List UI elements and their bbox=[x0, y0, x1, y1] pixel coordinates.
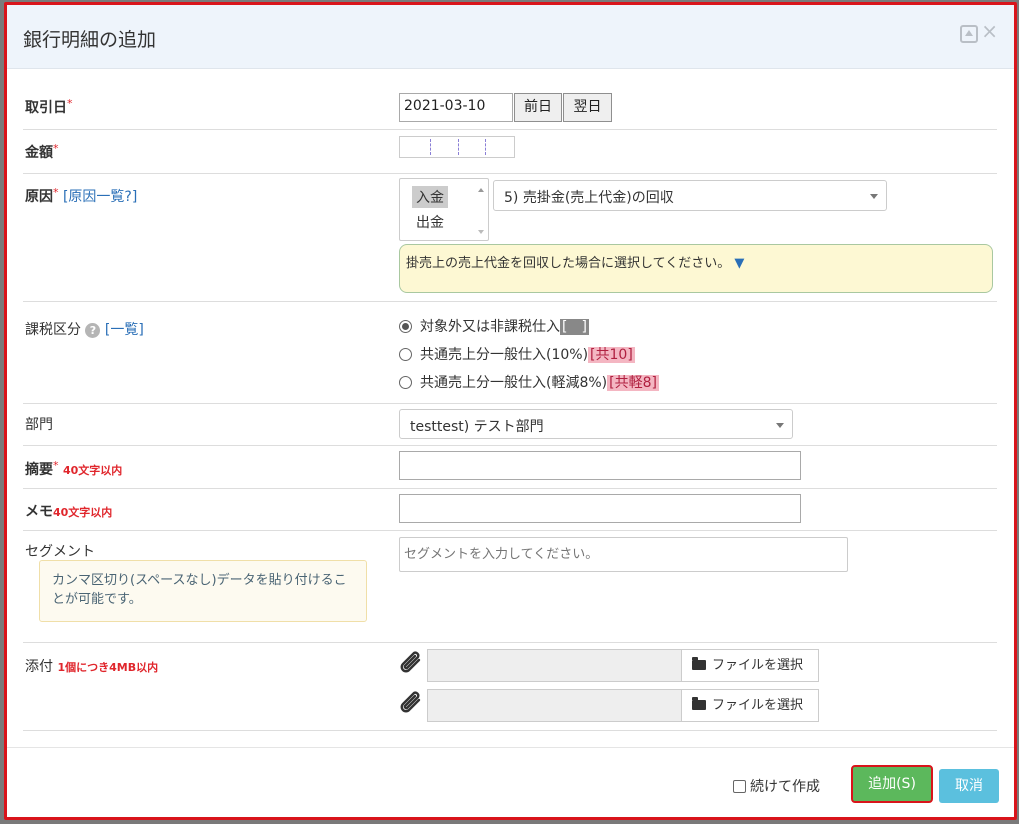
row-segment: セグメント カンマ区切り(スペースなし)データを貼り付けることが可能です。 bbox=[23, 531, 997, 643]
scroll-up-icon[interactable] bbox=[478, 188, 484, 192]
choose-file-button[interactable]: ファイルを選択 bbox=[681, 649, 819, 682]
attachment-label: 添付 1個につき4MB以内 bbox=[25, 659, 159, 675]
segment-help-box: カンマ区切り(スペースなし)データを貼り付けることが可能です。 bbox=[39, 560, 367, 622]
reason-label: 原因* [原因一覧?] bbox=[25, 186, 138, 205]
row-attachment: 添付 1個につき4MB以内 ファイルを選択 ファイルを選択 bbox=[23, 643, 997, 731]
row-amount: 金額* bbox=[23, 130, 997, 174]
reason-select[interactable]: 5) 売掛金(売上代金)の回収 bbox=[493, 180, 887, 211]
scroll-down-icon[interactable] bbox=[478, 230, 484, 234]
file-path-field bbox=[427, 649, 683, 682]
tax-list-link[interactable]: [一覧] bbox=[105, 322, 144, 338]
continue-create-checkbox[interactable]: 続けて作成 bbox=[733, 776, 820, 796]
amount-digit-separator bbox=[458, 139, 459, 155]
tax-option-common-10[interactable]: 共通売上分一般仕入(10%) [共10] bbox=[399, 344, 635, 364]
tax-option-common-reduced-8[interactable]: 共通売上分一般仕入(軽減8%) [共軽8] bbox=[399, 372, 659, 392]
radio-icon[interactable] bbox=[399, 348, 412, 361]
tax-category-label: 課税区分 ? [一覧] bbox=[25, 322, 144, 338]
description-label: 摘要* 40文字以内 bbox=[25, 459, 123, 478]
file-path-field bbox=[427, 689, 683, 722]
segment-input[interactable] bbox=[399, 537, 848, 572]
choose-file-button[interactable]: ファイルを選択 bbox=[681, 689, 819, 722]
reason-hint-box: 掛売上の売上代金を回収した場合に選択してください。 ▼ bbox=[399, 244, 993, 293]
tax-option-exempt[interactable]: 対象外又は非課税仕入[ ] bbox=[399, 316, 589, 336]
listbox-option-deposit[interactable]: 入金 bbox=[412, 186, 448, 208]
maximize-icon[interactable] bbox=[960, 25, 978, 43]
radio-selected-icon[interactable] bbox=[399, 320, 412, 333]
amount-label: 金額* bbox=[25, 142, 59, 161]
department-label: 部門 bbox=[25, 417, 53, 433]
row-description: 摘要* 40文字以内 bbox=[23, 446, 997, 489]
tax-tag: [共軽8] bbox=[607, 375, 659, 391]
department-select[interactable]: testtest) テスト部門 bbox=[399, 409, 793, 439]
row-transaction-date: 取引日* 2021-03-10 前日 翌日 bbox=[23, 69, 997, 130]
dialog-header: 銀行明細の追加 × bbox=[7, 5, 1014, 69]
row-tax-category: 課税区分 ? [一覧] 対象外又は非課税仕入[ ] 共通売上分一般仕入(10%)… bbox=[23, 302, 997, 404]
reason-list-link[interactable]: [原因一覧?] bbox=[63, 189, 137, 205]
chevron-down-icon bbox=[776, 423, 784, 428]
memo-length-note: 40文字以内 bbox=[53, 506, 113, 519]
attachment-size-note: 1個につき4MB以内 bbox=[57, 661, 159, 674]
row-department: 部門 testtest) テスト部門 bbox=[23, 404, 997, 446]
amount-digit-separator bbox=[485, 139, 486, 155]
add-button[interactable]: 追加(S) bbox=[851, 765, 933, 803]
department-select-value: testtest) テスト部門 bbox=[410, 419, 544, 435]
dialog-footer: 続けて作成 追加(S) 取消 bbox=[7, 747, 1014, 817]
tax-tag: [共10] bbox=[588, 347, 635, 363]
memo-label: メモ40文字以内 bbox=[25, 504, 113, 520]
next-day-button[interactable]: 翌日 bbox=[563, 93, 612, 122]
checkbox-icon[interactable] bbox=[733, 780, 746, 793]
row-memo: メモ40文字以内 bbox=[23, 489, 997, 531]
tax-tag: [ ] bbox=[560, 319, 589, 335]
deposit-withdrawal-listbox[interactable]: 入金 出金 bbox=[399, 178, 489, 241]
segment-label: セグメント bbox=[25, 544, 95, 560]
help-icon[interactable]: ? bbox=[85, 323, 101, 338]
paperclip-icon bbox=[400, 691, 421, 713]
dialog-title: 銀行明細の追加 bbox=[23, 29, 157, 51]
amount-digit-separator bbox=[430, 139, 431, 155]
reason-select-value: 5) 売掛金(売上代金)の回収 bbox=[504, 190, 674, 206]
folder-open-icon bbox=[692, 697, 706, 710]
amount-input[interactable] bbox=[399, 136, 515, 158]
cancel-button[interactable]: 取消 bbox=[939, 769, 999, 803]
row-reason: 原因* [原因一覧?] 入金 出金 5) 売掛金(売上代金)の回収 掛売上の売上… bbox=[23, 174, 997, 302]
chevron-down-icon bbox=[870, 194, 878, 199]
add-bank-statement-dialog: 銀行明細の追加 × 取引日* 2021-03-10 前日 翌日 金額* 原因* … bbox=[4, 2, 1017, 820]
description-input[interactable] bbox=[399, 451, 801, 480]
paperclip-icon bbox=[400, 651, 421, 673]
listbox-option-withdrawal[interactable]: 出金 bbox=[412, 211, 448, 233]
close-icon[interactable]: × bbox=[981, 19, 998, 43]
description-length-note: 40文字以内 bbox=[62, 464, 123, 477]
folder-open-icon bbox=[692, 657, 706, 670]
transaction-date-input[interactable]: 2021-03-10 bbox=[399, 93, 513, 122]
memo-input[interactable] bbox=[399, 494, 801, 523]
radio-icon[interactable] bbox=[399, 376, 412, 389]
reason-hint-text: 掛売上の売上代金を回収した場合に選択してください。 bbox=[406, 256, 731, 271]
prev-day-button[interactable]: 前日 bbox=[514, 93, 562, 122]
hint-toggle-icon[interactable]: ▼ bbox=[734, 256, 744, 271]
transaction-date-label: 取引日* bbox=[25, 97, 73, 116]
